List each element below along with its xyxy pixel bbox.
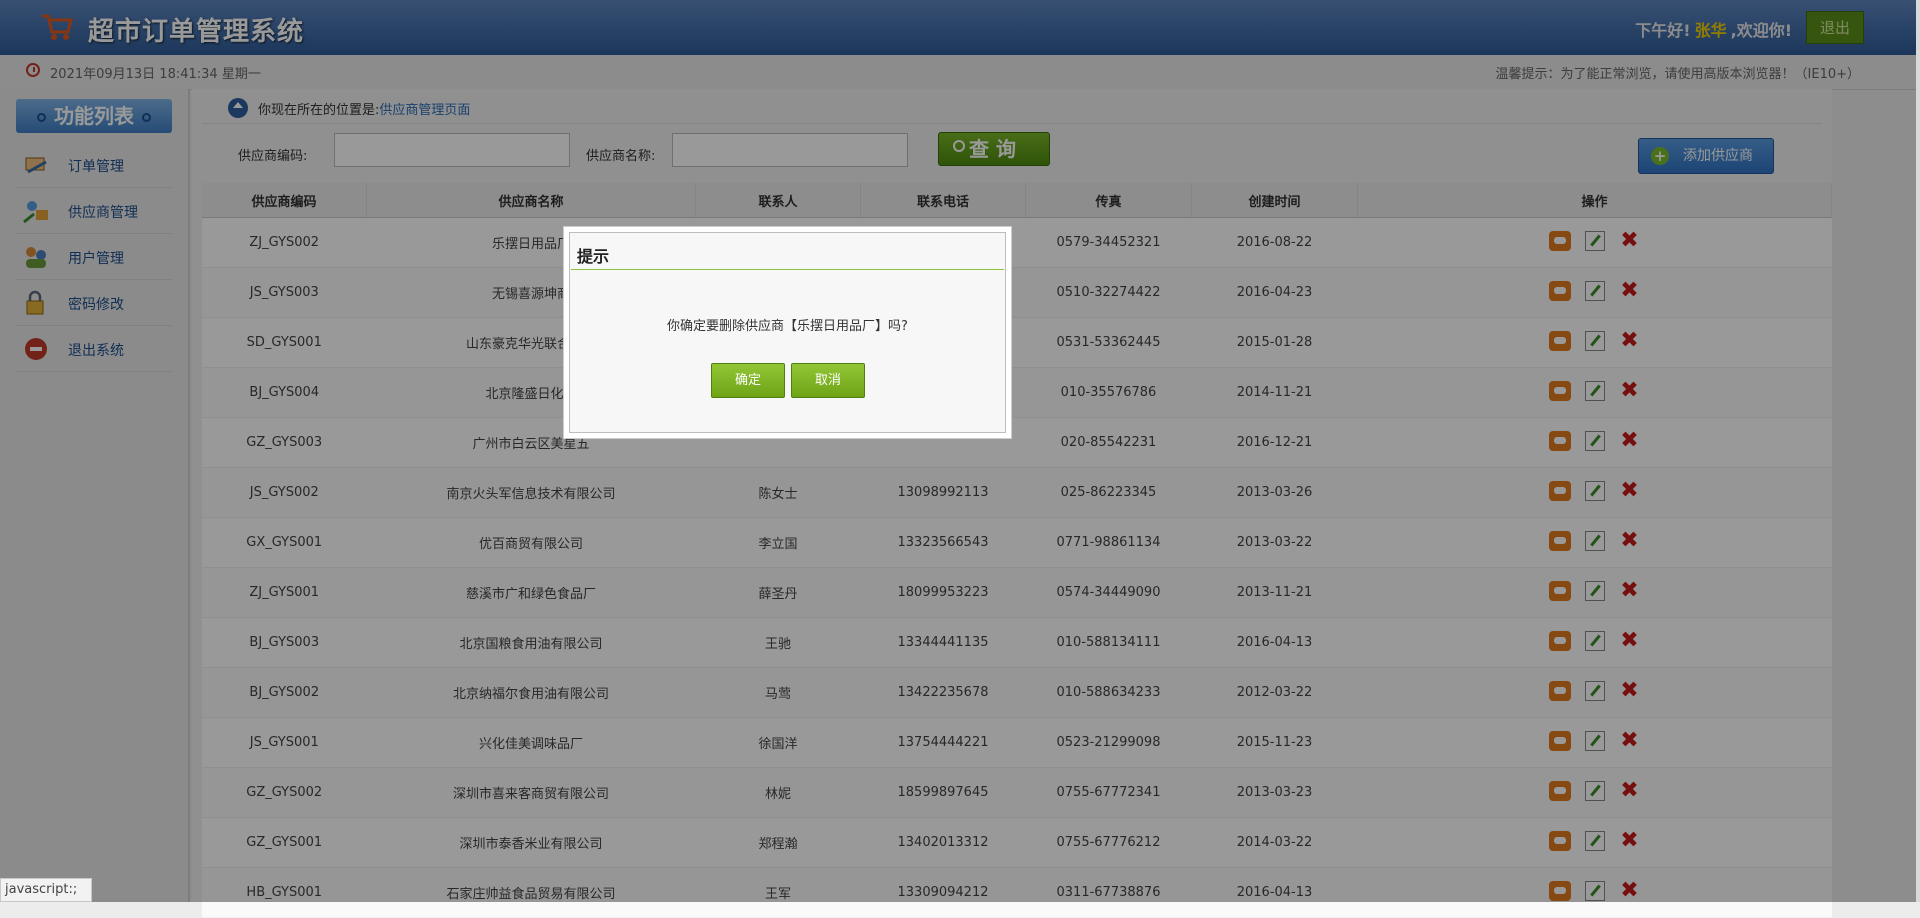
dialog-divider xyxy=(571,269,1004,270)
status-bar: javascript:; xyxy=(0,878,92,902)
confirm-dialog: 提示 你确定要删除供应商【乐摆日用品厂】吗? 确定 取消 xyxy=(563,226,1012,439)
cancel-button[interactable]: 取消 xyxy=(791,363,865,398)
scrollbar-track[interactable] xyxy=(1916,0,1920,902)
dialog-title: 提示 xyxy=(577,247,610,266)
confirm-button[interactable]: 确定 xyxy=(711,363,785,398)
dialog-message: 你确定要删除供应商【乐摆日用品厂】吗? xyxy=(667,319,908,334)
modal-overlay xyxy=(0,0,1920,902)
